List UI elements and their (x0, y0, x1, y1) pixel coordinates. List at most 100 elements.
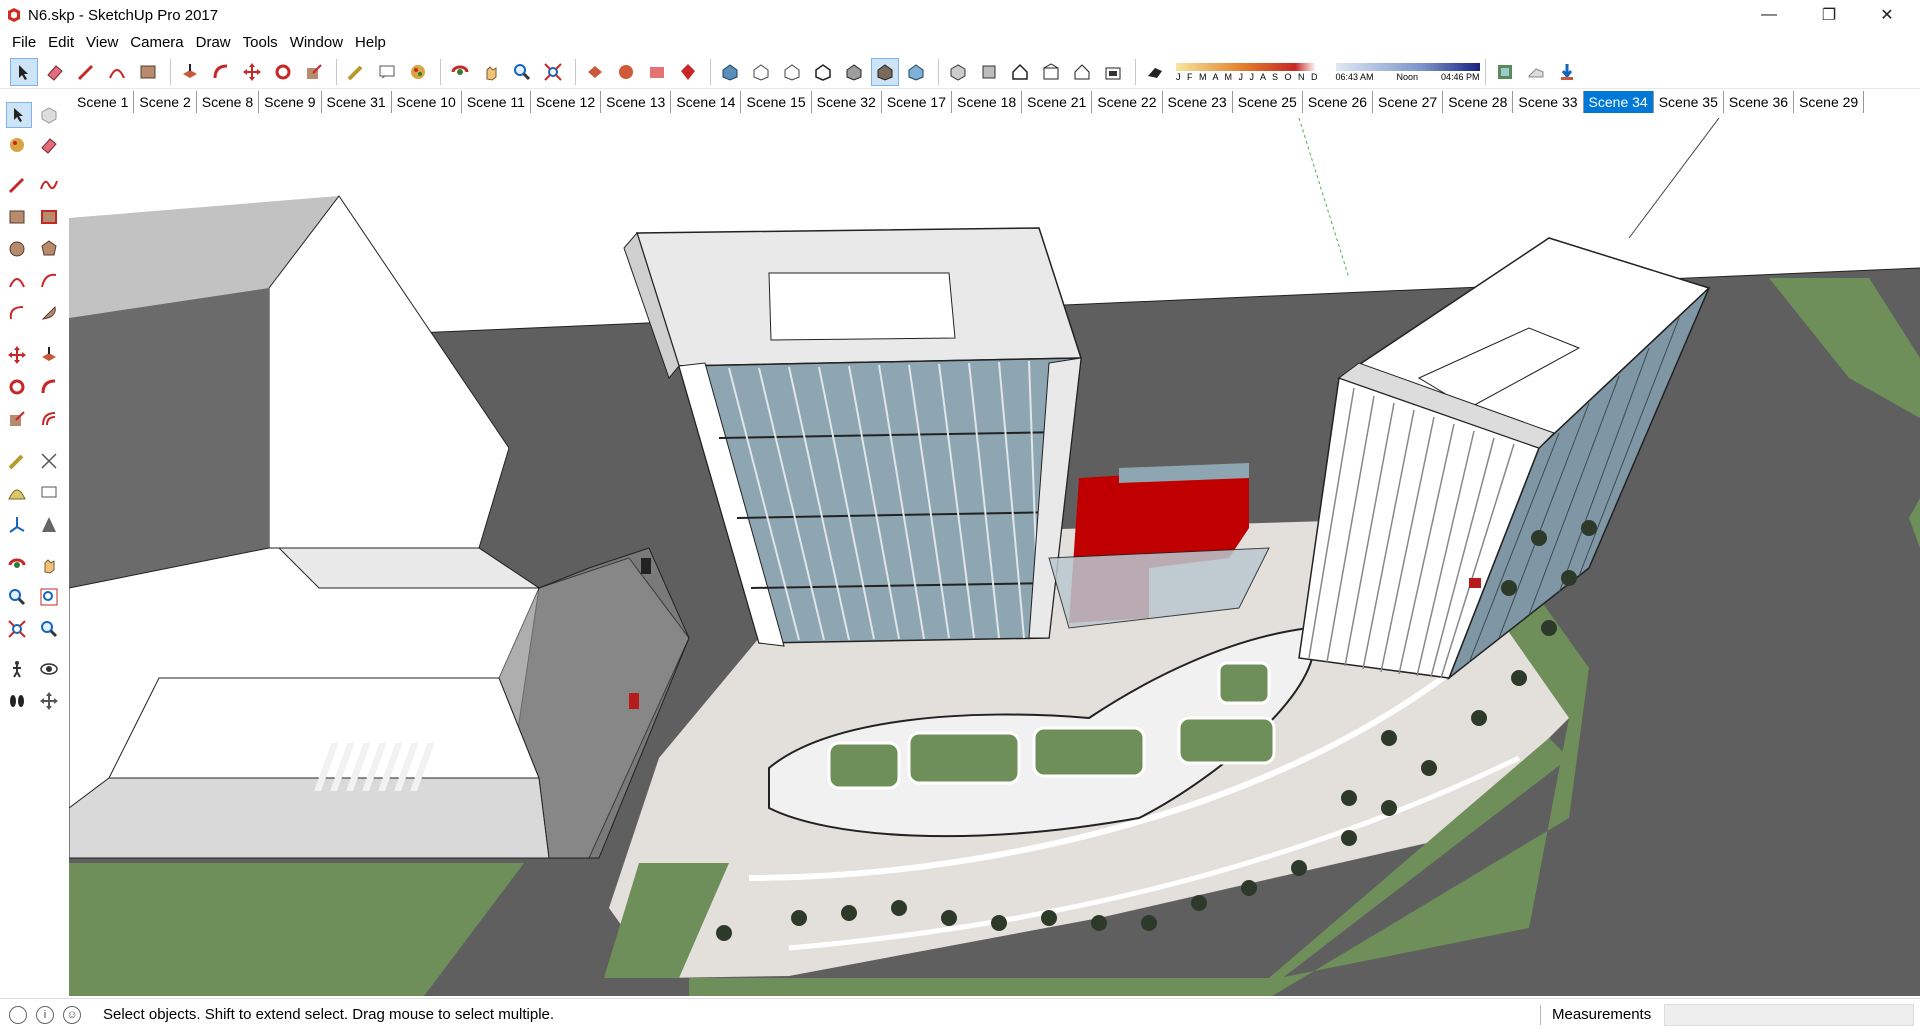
extension-warehouse-icon[interactable] (612, 58, 640, 86)
dimension-tool-icon[interactable] (36, 448, 62, 474)
back-view-icon[interactable] (1068, 58, 1096, 86)
shaded-style-icon[interactable] (840, 58, 868, 86)
text-tool-icon[interactable] (373, 58, 401, 86)
scene-tab[interactable]: Scene 12 (530, 91, 602, 113)
iso-view-icon[interactable] (944, 58, 972, 86)
close-button[interactable]: ✕ (1864, 0, 1910, 30)
rotate-tool-icon[interactable] (269, 58, 297, 86)
select-tool-icon[interactable] (6, 102, 32, 128)
arc-tool-icon[interactable] (103, 58, 131, 86)
eraser-tool-icon[interactable] (36, 132, 62, 158)
hidden-line-style-icon[interactable] (809, 58, 837, 86)
shaded-textures-style-icon[interactable] (871, 57, 899, 86)
scene-tab[interactable]: Scene 9 (259, 91, 322, 113)
look-around-tool-icon[interactable] (36, 656, 62, 682)
scene-tab[interactable]: Scene 23 (1162, 91, 1233, 113)
two-point-arc-tool-icon[interactable] (36, 268, 62, 294)
scene-tab[interactable]: Scene 33 (1513, 91, 1584, 113)
scene-tab[interactable]: Scene 25 (1232, 91, 1303, 113)
move-tool-icon[interactable] (4, 342, 30, 368)
rectangle-tool-icon[interactable] (4, 204, 30, 230)
freehand-tool-icon[interactable] (36, 172, 62, 198)
scene-tab[interactable]: Scene 32 (811, 91, 882, 113)
credits-info-icon[interactable]: i (36, 1005, 54, 1024)
scene-tab[interactable]: Scene 22 (1092, 91, 1163, 113)
scene-tab[interactable]: Scene 21 (1022, 91, 1093, 113)
text-tool-icon[interactable] (36, 480, 62, 506)
previous-view-tool-icon[interactable] (36, 616, 62, 642)
eraser-tool-icon[interactable] (41, 58, 69, 86)
polygon-tool-icon[interactable] (36, 236, 62, 262)
warehouse-icon[interactable] (581, 58, 609, 86)
line-tool-icon[interactable] (72, 58, 100, 86)
back-edges-style-icon[interactable] (747, 58, 775, 86)
walk-around-icon[interactable] (36, 688, 62, 714)
orbit-tool-icon[interactable] (446, 58, 474, 86)
scene-tab[interactable]: Scene 28 (1443, 91, 1514, 113)
monochrome-style-icon[interactable] (902, 58, 930, 86)
pan-tool-icon[interactable] (36, 552, 62, 578)
move-tool-icon[interactable] (238, 58, 266, 86)
tape-measure-tool-icon[interactable] (4, 448, 30, 474)
front-view-icon[interactable] (1006, 58, 1034, 86)
geo-location-icon[interactable] (9, 1005, 27, 1024)
scene-tab[interactable]: Scene 17 (881, 91, 952, 113)
menu-view[interactable]: View (80, 34, 124, 51)
wireframe-style-icon[interactable] (778, 58, 806, 86)
paint-bucket-tool-icon[interactable] (404, 58, 432, 86)
tape-measure-tool-icon[interactable] (342, 58, 370, 86)
rotate-tool-icon[interactable] (4, 374, 30, 400)
shadows-toggle-icon[interactable] (1141, 58, 1169, 86)
share-model-icon[interactable] (643, 58, 671, 86)
select-tool-icon[interactable] (10, 57, 38, 86)
orbit-tool-icon[interactable] (4, 552, 30, 578)
menu-window[interactable]: Window (284, 34, 349, 51)
model-canvas[interactable] (69, 118, 1920, 996)
user-account-icon[interactable]: ☺ (63, 1005, 81, 1024)
scene-tab[interactable]: Scene 13 (601, 91, 672, 113)
minimize-button[interactable]: — (1746, 0, 1792, 30)
maximize-button[interactable]: ❐ (1806, 0, 1852, 30)
component-tool-icon[interactable] (36, 102, 62, 128)
pie-tool-icon[interactable] (36, 300, 62, 326)
scene-tab[interactable]: Scene 29 (1794, 91, 1865, 113)
scene-tab[interactable]: Scene 34 (1583, 91, 1654, 113)
paint-bucket-tool-icon[interactable] (4, 132, 30, 158)
zoom-extents-tool-icon[interactable] (4, 616, 30, 642)
pan-tool-icon[interactable] (477, 58, 505, 86)
follow-me-tool-icon[interactable] (36, 374, 62, 400)
position-camera-tool-icon[interactable] (4, 656, 30, 682)
three-point-arc-tool-icon[interactable] (4, 300, 30, 326)
right-view-icon[interactable] (1037, 58, 1065, 86)
line-tool-icon[interactable] (4, 172, 30, 198)
terrain-icon[interactable] (1522, 58, 1550, 86)
axes-tool-icon[interactable] (4, 512, 30, 538)
zoom-tool-icon[interactable] (4, 584, 30, 610)
protractor-tool-icon[interactable] (4, 480, 30, 506)
scene-tab[interactable]: Scene 36 (1723, 91, 1795, 113)
scene-tab[interactable]: Scene 8 (196, 91, 260, 113)
menu-edit[interactable]: Edit (42, 34, 80, 51)
top-view-icon[interactable] (975, 58, 1003, 86)
scene-tab[interactable]: Scene 14 (671, 91, 742, 113)
menu-file[interactable]: File (6, 34, 42, 51)
scene-tab[interactable]: Scene 27 (1373, 91, 1444, 113)
circle-tool-icon[interactable] (4, 236, 30, 262)
walk-tool-icon[interactable] (4, 688, 30, 714)
model-viewport[interactable] (69, 118, 1920, 996)
scale-tool-icon[interactable] (300, 58, 328, 86)
zoom-window-tool-icon[interactable] (36, 584, 62, 610)
scene-tab[interactable]: Scene 2 (134, 91, 197, 113)
rotated-rectangle-tool-icon[interactable] (36, 204, 62, 230)
menu-camera[interactable]: Camera (124, 34, 189, 51)
extension-manager-icon[interactable] (674, 58, 702, 86)
shadow-date-slider[interactable]: J F M A M J J A S O N D (1176, 62, 1320, 82)
scene-tab[interactable]: Scene 35 (1653, 91, 1724, 113)
xray-style-icon[interactable] (716, 58, 744, 86)
rectangle-tool-icon[interactable] (134, 58, 162, 86)
zoom-extents-tool-icon[interactable] (539, 58, 567, 86)
map-location-icon[interactable] (1491, 58, 1519, 86)
scene-tab[interactable]: Scene 15 (741, 91, 812, 113)
scene-tab[interactable]: Scene 26 (1302, 91, 1374, 113)
menu-help[interactable]: Help (349, 34, 392, 51)
